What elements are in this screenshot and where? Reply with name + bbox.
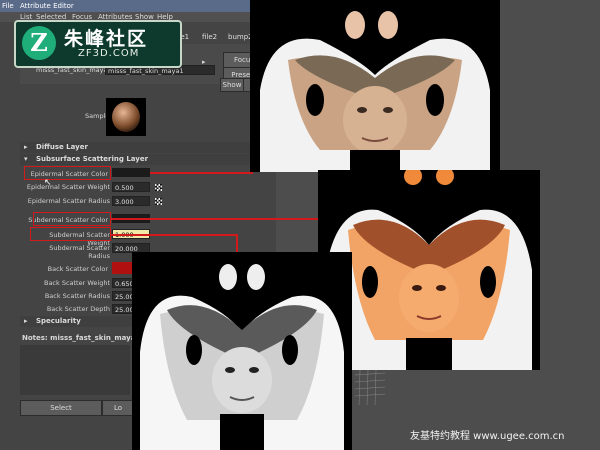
logo-subtitle: ZF3D.COM xyxy=(78,48,140,59)
weight-uv-map xyxy=(132,252,352,450)
logo-z-icon: Z xyxy=(22,26,56,60)
epidermal-radius-field[interactable]: 3.000 xyxy=(112,196,150,206)
window-title: Attribute Editor xyxy=(19,2,74,10)
window-title-bar: File Attribute Editor xyxy=(0,0,276,12)
epidermal-weight-field[interactable]: 0.500 xyxy=(112,182,150,192)
weight-texture-panel xyxy=(132,252,352,450)
watermark: 友基特约教程 www.ugee.com.cn xyxy=(410,431,565,442)
connector-line xyxy=(150,172,253,174)
notes-label: Notes: misss_fast_skin_maya1 xyxy=(22,334,141,342)
back-weight-label: Back Scatter Weight xyxy=(43,279,110,287)
back-scatter-color-swatch[interactable] xyxy=(112,262,134,274)
focus-arrow-icon[interactable]: ▸ xyxy=(202,58,206,66)
connector-line xyxy=(111,234,237,236)
epidermal-uv-map xyxy=(250,0,500,172)
expand-arrow-icon: ▸ xyxy=(24,143,28,151)
back-color-label: Back Scatter Color xyxy=(47,265,108,273)
back-depth-label: Back Scatter Depth xyxy=(46,305,110,313)
sample-swatch xyxy=(106,98,146,136)
subdermal-color-highlight xyxy=(33,212,111,226)
epidermal-color-swatch[interactable] xyxy=(112,168,150,177)
grid-lines-decoration xyxy=(355,370,385,405)
select-button[interactable]: Select xyxy=(20,400,102,416)
show-button[interactable]: Show xyxy=(220,78,244,92)
map-button-icon[interactable] xyxy=(155,198,162,205)
file-menu-stub[interactable]: File xyxy=(2,2,14,10)
tab-file2[interactable]: file2 xyxy=(202,31,217,43)
sss-layer-section[interactable]: ▾ Subsurface Scattering Layer xyxy=(20,154,270,165)
subdermal-radius-label: Subdermal Scatter Radius xyxy=(49,244,110,260)
map-button-icon[interactable] xyxy=(155,184,162,191)
connector-line xyxy=(111,218,347,220)
epidermal-texture-panel xyxy=(250,0,500,172)
epidermal-color-highlight xyxy=(24,166,111,180)
expand-arrow-icon: ▸ xyxy=(24,317,28,325)
epidermal-weight-label: Epidermal Scatter Weight xyxy=(26,183,110,191)
subdermal-weight-highlight xyxy=(30,227,111,241)
load-button[interactable]: Lo xyxy=(102,400,134,416)
back-radius-label: Back Scatter Radius xyxy=(44,292,110,300)
logo-title: 朱峰社区 xyxy=(64,28,149,50)
connector-line xyxy=(236,234,238,252)
notes-area[interactable] xyxy=(20,345,130,395)
logo: Z 朱峰社区 ZF3D.COM xyxy=(14,20,182,68)
epidermal-radius-label: Epidermal Scatter Radius xyxy=(27,197,110,205)
diffuse-layer-section[interactable]: ▸ Diffuse Layer xyxy=(20,142,270,153)
collapse-arrow-icon: ▾ xyxy=(24,155,28,163)
